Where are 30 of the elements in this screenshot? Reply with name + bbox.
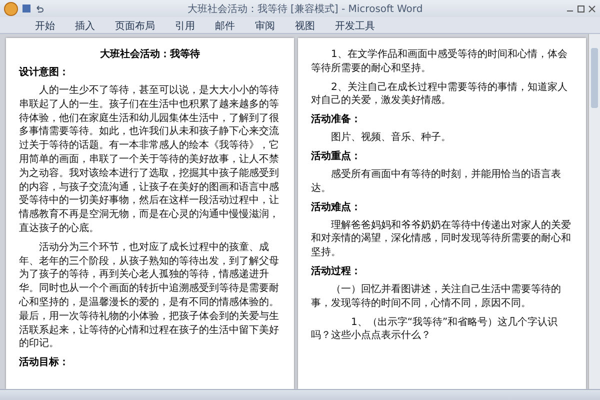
section-heading: 活动过程： (311, 264, 362, 278)
section-heading: 活动难点： (311, 200, 362, 214)
section-heading: 设计意图： (19, 66, 70, 79)
ribbon-tab[interactable]: 审阅 (250, 18, 280, 32)
paragraph: 2、关注自己在成长过程中需要等待的事情，知道家人对自己的关爱，激发美好情感。 (311, 80, 568, 108)
paragraph: 活动分为三个环节，也对应了成长过程中的孩童、成年、老年的三个阶段，从孩子熟知的等待出发，到了解父母为了孩子的等待，再到关心老人孤独的等待，情感递进升华。同时也从一个个画面的转折中追溯感受到等待是需要耐心和坚持的，是温馨漫长的爱的，是有不同的情感体验的。最后，用一次等待礼物的小体验，把孩子体会到的关爱与生活联系起来，让等待的心情和过程在孩子的生活中留下美好的印记。 (19, 240, 280, 352)
paragraph: 人的一生少不了等待，甚至可以说，是大大小小的等待串联起了人的一生。孩子们在生活中也积累了越来越多的等待体验，他们在家庭生活和幼儿园集体生活中，了解到了很多事情需要等待。如此，也许我们从未和孩子静下心来交流过关于等待的话题。有一本非常感人的绘本《我等待》，它用简单的画面，串联了一个关于等待的美好故事，让人不禁为之动容。我对该绘本进行了选取，挖掘其中孩子能感受到的内容，与孩子交流沟通，让孩子在美好的图画和语言中感受等待中的一切美好事物，然后在这样一段活动过程中，让情感教育不再是空洞无物，而是在心灵的沟通中慢慢滋润，直达孩子的心底。 (19, 84, 280, 236)
section-heading: 活动目标： (19, 356, 70, 370)
paragraph: 图片、视频、音乐、种子。 (330, 131, 452, 145)
paragraph: （一）回忆并看图讲述，关注自己生活中需要等待的事，发现等待的时间不同，心情不同，原因不同。 (311, 282, 562, 311)
undo-icon[interactable] (35, 4, 44, 13)
ribbon-tab[interactable]: 开发工具 (330, 18, 380, 32)
ribbon-tab[interactable]: 页面布局 (110, 18, 160, 32)
close-icon[interactable] (588, 4, 596, 12)
ribbon-tab[interactable]: 插入 (70, 18, 100, 32)
window-title: 大班社会活动：我等待 [兼容模式] - Microsoft Word (186, 2, 424, 16)
document-title: 大班社会活动：我等待 (99, 48, 201, 61)
ribbon-tab[interactable]: 邮件 (210, 18, 240, 32)
paragraph: 感受所有画面中有等待的时刻，并能用恰当的语言表达。 (311, 168, 562, 196)
paragraph: 理解爸爸妈妈和爷爷奶奶在等待中传递出对家人的关爱和对亲情的渴望，深化情感，同时发现等待所需要的耐心和坚持。 (311, 218, 572, 260)
section-heading: 活动准备： (311, 113, 362, 126)
scrollbar[interactable] (588, 34, 600, 389)
paragraph: 1、在文学作品和画面中感受等待的时间和心情，体会等待所需要的耐心和坚持。 (311, 48, 568, 76)
scrollbar-thumb[interactable] (591, 48, 598, 108)
ribbon-tab[interactable]: 视图 (290, 18, 320, 32)
ribbon-tab[interactable]: 引用 (170, 18, 200, 32)
ribbon-tab[interactable]: 开始 (30, 18, 60, 32)
maximize-icon[interactable] (577, 4, 585, 12)
list-item: 1、（出示字“我等待”和省略号）这几个字认识吗？这些小点点表示什么？ (311, 316, 559, 344)
section-heading: 活动重点： (311, 150, 362, 163)
